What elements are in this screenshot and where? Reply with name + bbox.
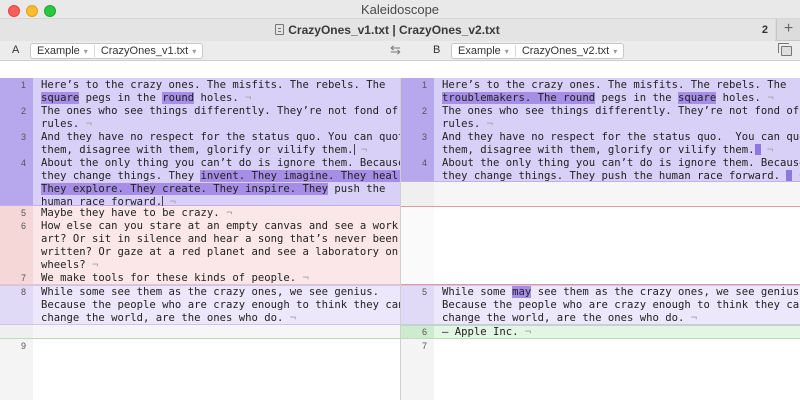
line-2: 2 The ones who see things differently. Th… bbox=[20, 105, 399, 117]
diff-change-block-2: 8 While some see them as the crazy ones, … bbox=[0, 285, 400, 325]
diff-change-block: 1 Here’s to the crazy ones. The misfits. … bbox=[401, 78, 800, 182]
line-8-wrap-b: change the world, are the ones who do. ¬ bbox=[41, 312, 297, 324]
line-1-wrap: troublemakers. The round pegs in the squ… bbox=[442, 92, 774, 104]
new-tab-button[interactable]: + bbox=[776, 19, 800, 41]
insertion-placeholder bbox=[0, 325, 400, 339]
breadcrumb-file-left[interactable]: CrazyOnes_v1.txt ▾ bbox=[93, 45, 202, 57]
gutter bbox=[401, 207, 434, 284]
tab-comparison[interactable]: CrazyOnes_v1.txt | CrazyOnes_v2.txt bbox=[0, 19, 775, 41]
line-6-wrap-c: wheels? ¬ bbox=[41, 259, 99, 271]
line-2: 2 The ones who see things differently. Th… bbox=[421, 105, 800, 117]
swap-arrows-icon[interactable]: ⇆ bbox=[390, 42, 401, 58]
header-spacer bbox=[0, 62, 800, 78]
line-3: 3 And they have no respect for the status… bbox=[421, 131, 800, 143]
line-6: 6 How else can you stare at an empty canv… bbox=[20, 220, 400, 232]
chevron-down-icon: ▾ bbox=[504, 46, 509, 56]
line-4: 4 About the only thing you can’t do is ig… bbox=[421, 157, 800, 169]
line-3: 3 And they have no respect for the status… bbox=[20, 131, 400, 143]
line-8: 8 While some see them as the crazy ones, … bbox=[20, 286, 380, 298]
tab-title: CrazyOnes_v1.txt | CrazyOnes_v2.txt bbox=[288, 23, 500, 37]
line-1-wrap: square pegs in the round holes. ¬ bbox=[41, 92, 252, 104]
line-2-wrap: rules. ¬ bbox=[41, 118, 93, 130]
side-a-label: A bbox=[12, 44, 20, 56]
line-5: 5 Maybe they have to be crazy. ¬ bbox=[20, 207, 233, 219]
title-bar: Kaleidoscope bbox=[0, 0, 800, 19]
line-5-wrap-a: Because the people who are crazy enough … bbox=[442, 299, 800, 311]
breadcrumb-file-right[interactable]: CrazyOnes_v2.txt ▾ bbox=[514, 45, 623, 57]
line-4-wrap-b: They explore. They create. They inspire.… bbox=[41, 183, 386, 195]
line-7: 7 We make tools for these kinds of people… bbox=[20, 272, 309, 284]
breadcrumb-folder-right[interactable]: Example ▾ bbox=[452, 45, 515, 57]
line-4-wrap-a: they change things. They invent. They im… bbox=[33, 170, 400, 183]
line-6-wrap-a: art? Or sit in silence and hear a song t… bbox=[41, 233, 399, 245]
line-8-wrap-a: Because the people who are crazy enough … bbox=[41, 299, 400, 311]
line-6-wrap-b: written? Or gaze at a red planet and see… bbox=[41, 246, 399, 258]
line-1: 1 Here’s to the crazy ones. The misfits. … bbox=[20, 79, 386, 91]
right-pane[interactable]: 1 Here’s to the crazy ones. The misfits. … bbox=[400, 78, 800, 400]
line-3-wrap: them, disagree with them, glorify or vil… bbox=[41, 144, 368, 156]
diff-insert-block: 6– Apple Inc. ¬ bbox=[401, 325, 800, 339]
document-icon bbox=[275, 24, 285, 35]
chevron-down-icon: ▾ bbox=[192, 46, 197, 56]
gutter bbox=[0, 325, 33, 338]
line-4: 4 About the only thing you can’t do is ig… bbox=[20, 157, 400, 169]
line-5-wrap-b: change the world, are the ones who do. ¬ bbox=[442, 312, 698, 324]
breadcrumb-right: Example ▾ CrazyOnes_v2.txt ▾ bbox=[451, 43, 625, 59]
diff-delete-block: 5 Maybe they have to be crazy. ¬ 6 How els… bbox=[0, 206, 400, 285]
line-6: 6– Apple Inc. ¬ bbox=[421, 326, 532, 338]
line-5: 5 While some may see them as the crazy on… bbox=[421, 286, 800, 298]
line-3-wrap: them, disagree with them, glorify or vil… bbox=[442, 144, 774, 156]
side-b-label: B bbox=[433, 44, 441, 56]
tab-bar: CrazyOnes_v1.txt | CrazyOnes_v2.txt 2 + bbox=[0, 19, 800, 41]
layout-icon[interactable] bbox=[778, 43, 792, 56]
chevron-down-icon: ▾ bbox=[83, 46, 88, 56]
diff-change-block: 1 Here’s to the crazy ones. The misfits. … bbox=[0, 78, 400, 208]
diff-change-block-2: 5 While some may see them as the crazy on… bbox=[401, 285, 800, 325]
line-1: 1 Here’s to the crazy ones. The misfits. … bbox=[421, 79, 787, 91]
path-bar: A Example ▾ CrazyOnes_v1.txt ▾ ⇆ B Example… bbox=[0, 41, 800, 61]
left-pane[interactable]: 1 Here’s to the crazy ones. The misfits. … bbox=[0, 78, 400, 400]
alignment-filler bbox=[401, 182, 800, 206]
gutter bbox=[401, 182, 434, 206]
unchanged-block: 7 bbox=[401, 339, 800, 400]
deletion-placeholder bbox=[401, 206, 800, 285]
chevron-down-icon: ▾ bbox=[613, 46, 618, 56]
tab-count-badge: 2 bbox=[761, 24, 768, 36]
window-title: Kaleidoscope bbox=[360, 2, 440, 17]
breadcrumb-folder-left[interactable]: Example ▾ bbox=[31, 45, 94, 57]
line-2-wrap: rules. ¬ bbox=[442, 118, 494, 130]
unchanged-block: 9 bbox=[0, 339, 400, 400]
breadcrumb-left: Example ▾ CrazyOnes_v1.txt ▾ bbox=[30, 43, 204, 59]
